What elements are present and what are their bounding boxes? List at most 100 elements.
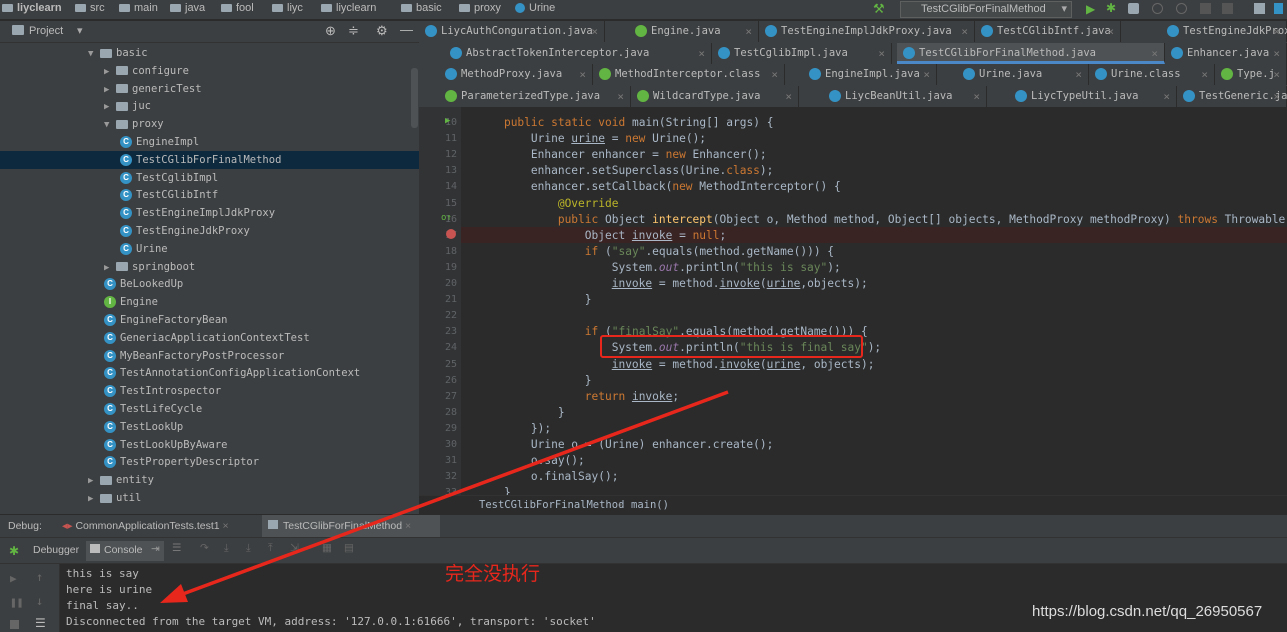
tree-item-proxy[interactable]: ▼ proxy: [104, 115, 164, 133]
coverage-icon[interactable]: [1128, 3, 1139, 14]
close-icon[interactable]: ×: [1273, 86, 1280, 107]
run-gutter-icon[interactable]: ▶: [445, 116, 450, 126]
tree-item-mybeanfactorypostprocessor[interactable]: C MyBeanFactoryPostProcessor: [104, 347, 284, 365]
close-icon[interactable]: ×: [1151, 43, 1158, 64]
tree-item-juc[interactable]: ▶ juc: [104, 97, 151, 115]
editor-tab[interactable]: EngineImpl.java ×: [803, 64, 937, 85]
profile-icon[interactable]: [1152, 3, 1163, 14]
breadcrumb-item[interactable]: basic: [401, 2, 442, 14]
tree-item-testpropertydescriptor[interactable]: C TestPropertyDescriptor: [104, 453, 259, 471]
tree-item-util[interactable]: ▶ util: [88, 489, 141, 507]
console-tab[interactable]: Console: [104, 544, 143, 556]
breadcrumb-class[interactable]: TestCGlibForFinalMethod: [479, 499, 624, 511]
close-icon[interactable]: ×: [878, 43, 885, 64]
stop-icon[interactable]: [1200, 3, 1211, 14]
evaluate-icon[interactable]: ▦: [322, 542, 332, 554]
close-icon[interactable]: ×: [1163, 86, 1170, 107]
editor-tab[interactable]: ParameterizedType.java ×: [439, 85, 631, 107]
editor-tab[interactable]: Enhancer.java ×: [1165, 42, 1287, 64]
tree-item-generiacapplicationcontexttest[interactable]: C GeneriacApplicationContextTest: [104, 329, 310, 347]
close-icon[interactable]: ×: [579, 64, 586, 85]
force-step-into-icon[interactable]: ⤓: [246, 542, 251, 555]
collapse-arrow-icon[interactable]: ▶: [104, 259, 116, 277]
close-icon[interactable]: ×: [771, 64, 778, 85]
editor-tab[interactable]: TestCGlibForFinalMethod.java ×: [897, 42, 1165, 64]
close-icon[interactable]: ×: [1107, 21, 1114, 42]
breadcrumb-item[interactable]: liyclearn: [2, 2, 62, 14]
run-icon[interactable]: ▶: [1086, 2, 1099, 16]
breadcrumb-method[interactable]: main(): [631, 499, 669, 511]
debug-session-tab[interactable]: ◂▸ CommonApplicationTests.test1 ×: [56, 515, 262, 537]
editor-tab[interactable]: LiycTypeUtil.java ×: [1009, 85, 1177, 107]
collapse-arrow-icon[interactable]: ▶: [104, 81, 116, 99]
breadcrumb-item[interactable]: fool: [221, 2, 254, 14]
code-editor[interactable]: 1011121314151617181920212223242526272829…: [419, 107, 1287, 495]
attach-icon[interactable]: [1176, 3, 1187, 14]
breadcrumb-item[interactable]: java: [170, 2, 205, 14]
close-icon[interactable]: ×: [1273, 43, 1280, 64]
editor-tab[interactable]: TestEngineJdkProxy.j×: [1161, 21, 1287, 42]
tree-item-entity[interactable]: ▶ entity: [88, 471, 154, 489]
collapse-arrow-icon[interactable]: ▶: [88, 490, 100, 508]
expand-arrow-icon[interactable]: ▼: [88, 45, 100, 63]
tree-item-testlifecycle[interactable]: C TestLifeCycle: [104, 400, 202, 418]
close-icon[interactable]: ×: [923, 64, 930, 85]
tree-item-testlookupbyaware[interactable]: C TestLookUpByAware: [104, 436, 227, 454]
up-arrow-icon[interactable]: ↑: [36, 570, 43, 584]
close-icon[interactable]: ×: [1273, 64, 1280, 85]
tree-item-testintrospector[interactable]: C TestIntrospector: [104, 382, 221, 400]
sdk-icon[interactable]: [1274, 3, 1283, 14]
editor-tab[interactable]: TestCglibImpl.java ×: [712, 42, 892, 64]
project-structure-icon[interactable]: [1254, 3, 1265, 14]
editor-tab[interactable]: MethodProxy.java ×: [439, 64, 593, 85]
menu-icon[interactable]: ☰: [172, 542, 181, 554]
collapse-arrow-icon[interactable]: ▶: [88, 472, 100, 490]
tree-item-testcglibimpl[interactable]: C TestCglibImpl: [120, 169, 218, 187]
step-out-icon[interactable]: ⤒: [268, 542, 273, 555]
build-hammer-icon[interactable]: ⚒: [873, 1, 886, 16]
close-icon[interactable]: ×: [961, 21, 968, 42]
chevron-down-icon[interactable]: ▾: [77, 24, 83, 37]
close-icon[interactable]: ×: [785, 86, 792, 107]
editor-tab[interactable]: TestGeneric.ja ×: [1177, 85, 1287, 107]
breadcrumb-item[interactable]: proxy: [459, 2, 501, 14]
close-icon[interactable]: ×: [698, 43, 705, 64]
pin-icon[interactable]: ⇥: [151, 543, 160, 555]
run-to-cursor-icon[interactable]: ⇲: [290, 542, 299, 554]
breakpoint-icon[interactable]: [446, 229, 456, 239]
editor-tab[interactable]: Urine.class ×: [1089, 64, 1215, 85]
editor-tab[interactable]: Type.j ×: [1215, 64, 1287, 85]
expand-arrow-icon[interactable]: ▼: [104, 116, 116, 134]
build-project-icon[interactable]: [1222, 3, 1233, 14]
tree-item-belookedup[interactable]: C BeLookedUp: [104, 275, 183, 293]
close-icon[interactable]: ×: [220, 520, 229, 532]
console-output[interactable]: this is say here is urine final say.. Di…: [60, 564, 1287, 632]
collapse-all-icon[interactable]: ≑: [348, 23, 359, 39]
close-icon[interactable]: ×: [1075, 64, 1082, 85]
debug-bug-icon[interactable]: ✱: [1106, 1, 1119, 15]
tree-item-testannotationconfigapplicationcontext[interactable]: C TestAnnotationConfigApplicationContext: [104, 364, 360, 382]
project-view-select[interactable]: Project: [29, 25, 63, 37]
editor-tab[interactable]: LiycBeanUtil.java ×: [823, 85, 987, 107]
editor-tab[interactable]: Engine.java ×: [629, 21, 759, 42]
tree-item-testenginejdkproxy[interactable]: C TestEngineJdkProxy: [120, 222, 250, 240]
close-icon[interactable]: ×: [402, 520, 411, 532]
tree-item-testengineimpljdkproxy[interactable]: C TestEngineImplJdkProxy: [120, 204, 275, 222]
breadcrumb-item[interactable]: src: [75, 2, 105, 14]
editor-tab[interactable]: Urine.java ×: [957, 64, 1089, 85]
editor-tab[interactable]: TestCGlibIntf.java ×: [975, 21, 1121, 42]
tree-item-engineimpl[interactable]: C EngineImpl: [120, 133, 199, 151]
stop-icon[interactable]: [10, 620, 19, 629]
close-icon[interactable]: ×: [1273, 21, 1280, 42]
soft-wrap-icon[interactable]: ☰: [35, 616, 46, 630]
gear-icon[interactable]: ⚙: [376, 23, 388, 39]
tree-item-springboot[interactable]: ▶ springboot: [104, 258, 195, 276]
editor-tab[interactable]: LiycAuthConguration.java ×: [419, 21, 605, 42]
editor-tab[interactable]: AbstractTokenInterceptor.java ×: [444, 42, 712, 64]
tree-item-urine[interactable]: C Urine: [120, 240, 168, 258]
editor-tab[interactable]: TestEngineImplJdkProxy.java ×: [759, 21, 975, 42]
locate-target-icon[interactable]: ⊕: [325, 23, 336, 39]
tree-item-enginefactorybean[interactable]: C EngineFactoryBean: [104, 311, 227, 329]
debug-session-tab-active[interactable]: TestCGlibForFinalMethod ×: [262, 515, 440, 537]
tree-item-configure[interactable]: ▶ configure: [104, 62, 189, 80]
